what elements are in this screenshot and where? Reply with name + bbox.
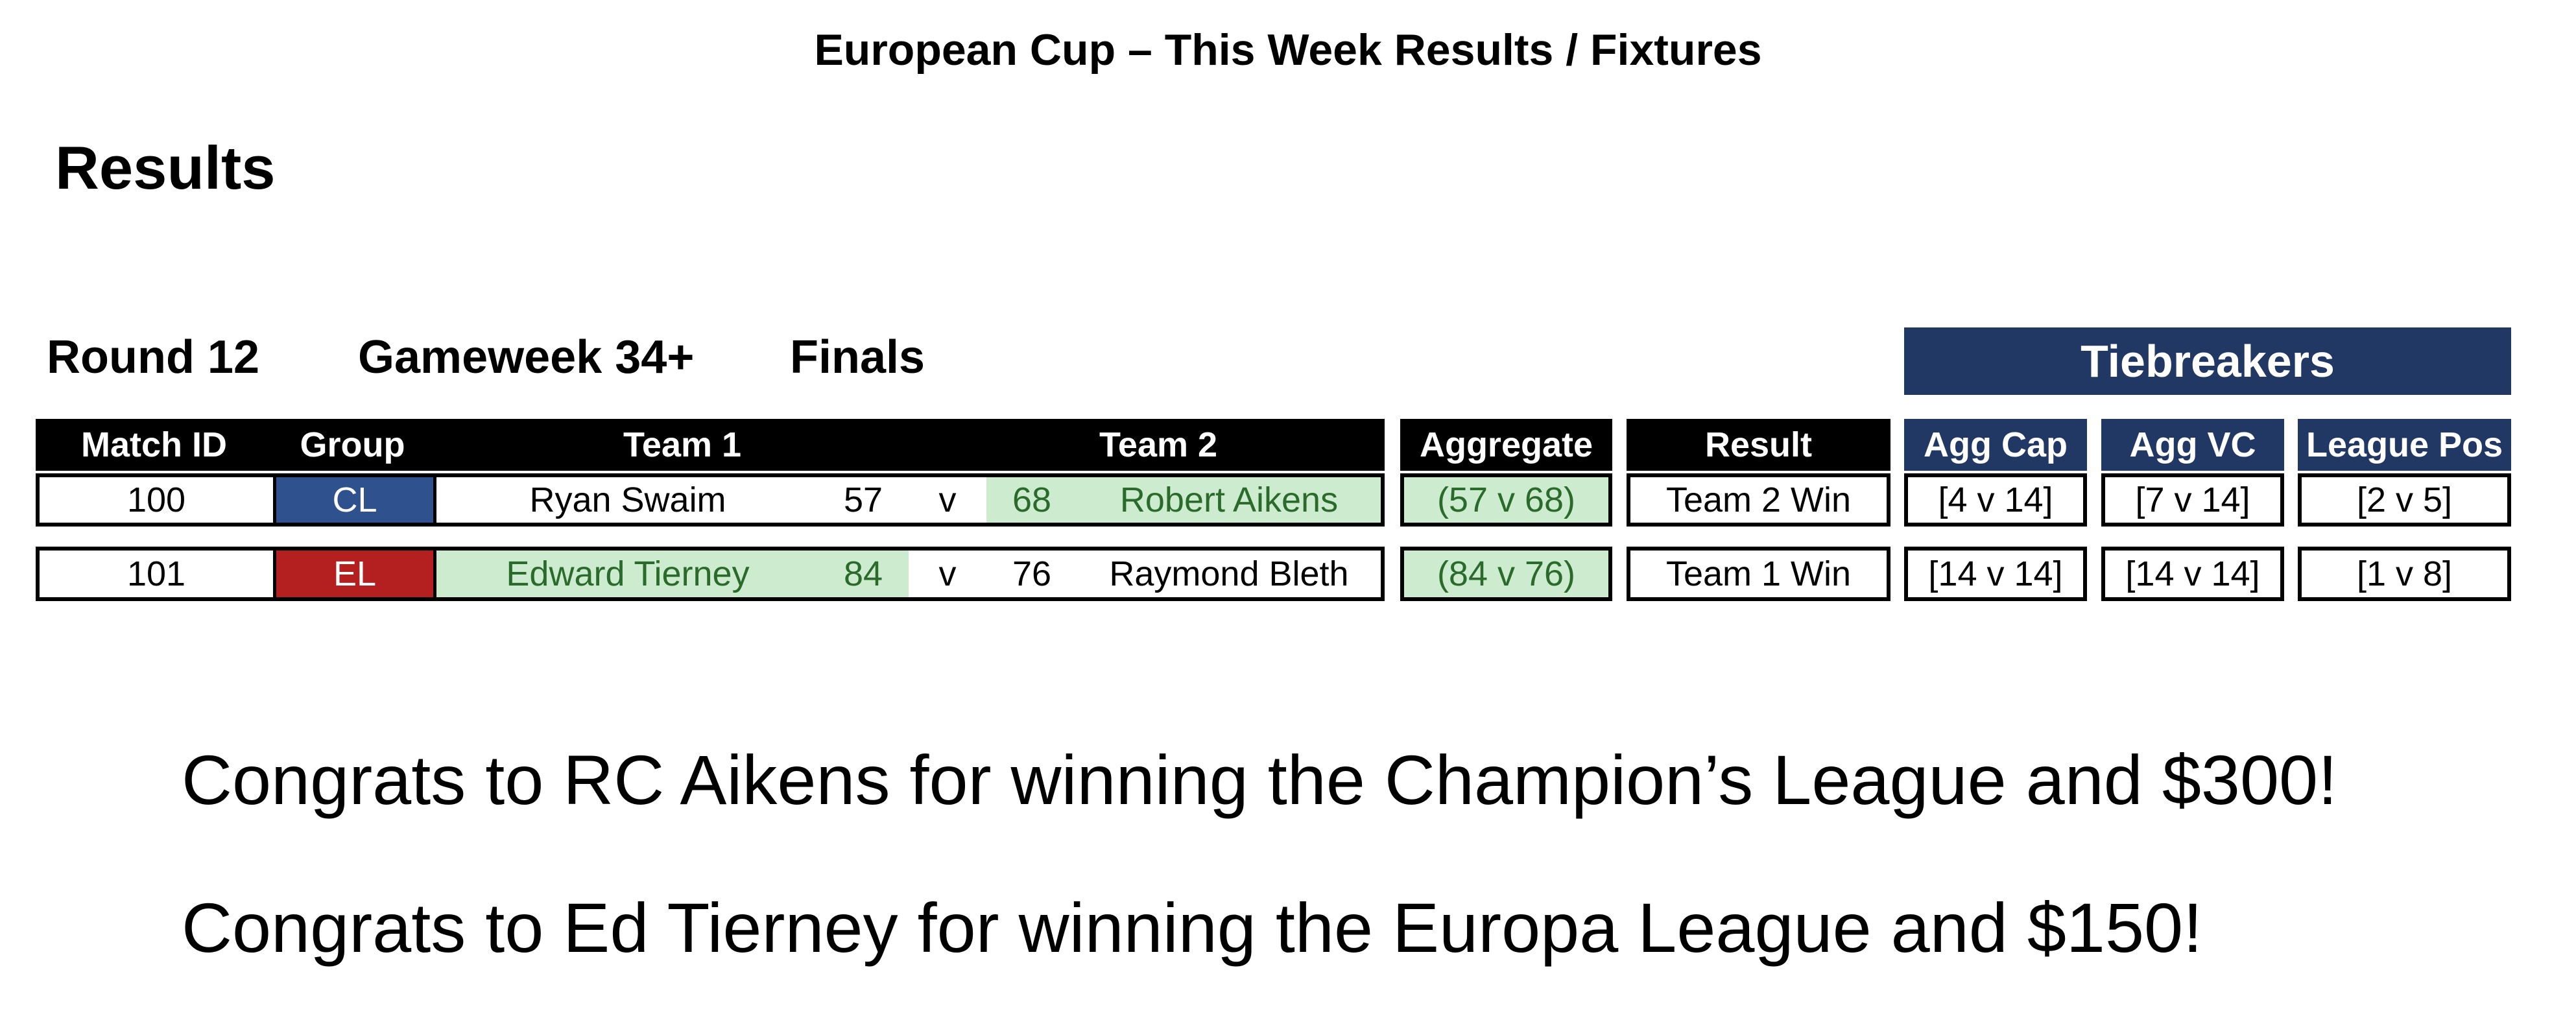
aggregate-cell: (57 v 68)	[1400, 473, 1612, 527]
team1-name: Edward Tierney	[506, 554, 750, 593]
team2-name: Raymond Bleth	[1109, 554, 1349, 593]
match-row: 101 EL Edward Tierney 84 v 76 Raymond Bl…	[36, 547, 1385, 601]
match-row: 100 CL Ryan Swaim 57 v 68 Robert Aikens	[36, 473, 1385, 527]
agg-cap-cell: [14 v 14]	[1904, 547, 2087, 601]
stage-label: Finals	[790, 331, 925, 383]
header-match-id: Match ID	[80, 425, 228, 464]
gameweek-label: Gameweek 34+	[358, 331, 695, 383]
header-team2: Team 2	[1099, 425, 1218, 464]
section-heading: Results	[55, 134, 276, 202]
team1-score: 57	[843, 480, 883, 519]
result-cell: Team 2 Win	[1627, 473, 1890, 527]
result-cell: Team 1 Win	[1627, 547, 1890, 601]
group-badge: EL	[276, 551, 433, 597]
congrats-line-cl: Congrats to RC Aikens for winning the Ch…	[182, 741, 2338, 819]
team2-score: 76	[1012, 554, 1052, 593]
team1-score: 84	[843, 554, 883, 593]
header-agg-cap: Agg Cap	[1904, 419, 2087, 471]
agg-vc-cell: [7 v 14]	[2101, 473, 2284, 527]
header-team1: Team 1	[623, 425, 742, 464]
match-id: 101	[126, 554, 186, 593]
header-agg-vc: Agg VC	[2101, 419, 2284, 471]
league-pos-cell: [2 v 5]	[2298, 473, 2511, 527]
group-badge: CL	[276, 477, 433, 523]
team2-score: 68	[1012, 480, 1052, 519]
tiebreakers-banner: Tiebreakers	[1904, 327, 2511, 395]
header-league-pos: League Pos	[2298, 419, 2511, 471]
team2-name: Robert Aikens	[1119, 480, 1339, 519]
vs-label: v	[938, 480, 957, 519]
congrats-line-el: Congrats to Ed Tierney for winning the E…	[182, 888, 2203, 967]
aggregate-cell: (84 v 76)	[1400, 547, 1612, 601]
vs-label: v	[938, 554, 957, 593]
match-id: 100	[126, 480, 186, 519]
header-result: Result	[1627, 419, 1890, 471]
league-pos-cell: [1 v 8]	[2298, 547, 2511, 601]
team1-name: Ryan Swaim	[529, 480, 726, 519]
match-header: Match ID Group Team 1 Team 2	[36, 419, 1385, 471]
agg-cap-cell: [4 v 14]	[1904, 473, 2087, 527]
header-group: Group	[300, 425, 405, 464]
round-label: Round 12	[47, 331, 260, 383]
header-aggregate: Aggregate	[1400, 419, 1612, 471]
agg-vc-cell: [14 v 14]	[2101, 547, 2284, 601]
page-title: European Cup – This Week Results / Fixtu…	[814, 25, 1762, 75]
